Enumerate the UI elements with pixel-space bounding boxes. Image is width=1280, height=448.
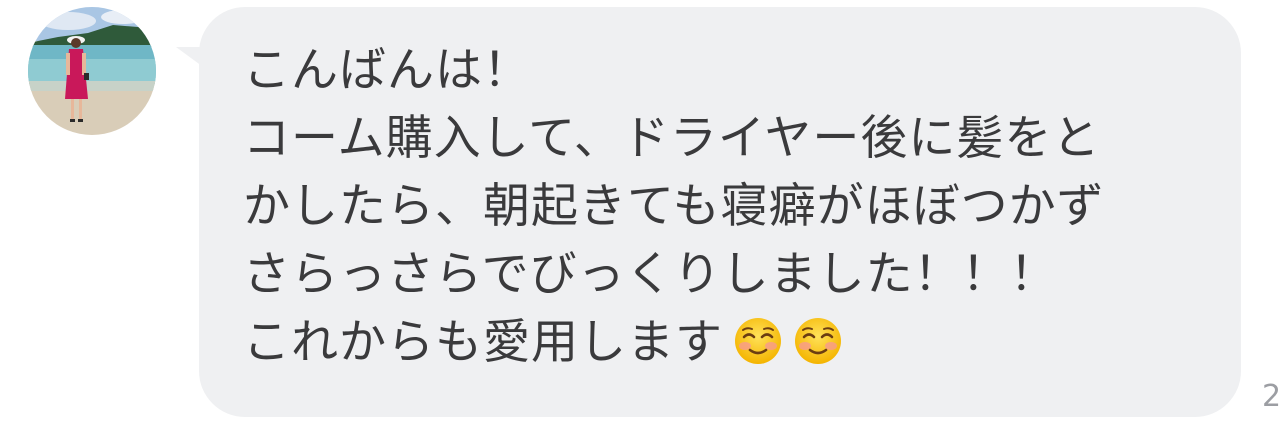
message-line: こんばんは！ bbox=[243, 43, 531, 98]
message-bubble[interactable]: こんばんは！ コーム購入して、ドライヤー後に髪をと かしたら、朝起きても寝癖がほ… bbox=[199, 7, 1241, 417]
message-line: かしたら、朝起きても寝癖がほぼつかず bbox=[243, 179, 1105, 234]
smiling-face-emoji-icon bbox=[795, 318, 841, 364]
message-text: こんばんは！ コーム購入して、ドライヤー後に髪をと かしたら、朝起きても寝癖がほ… bbox=[243, 37, 1105, 377]
message-timestamp: 2 bbox=[1262, 379, 1280, 414]
smiling-face-emoji-icon bbox=[735, 318, 781, 364]
message-line-last: これからも愛用します bbox=[243, 309, 1105, 377]
message-line: さらっさらでびっくりしました！！！ bbox=[243, 247, 1058, 302]
chat-message-row: こんばんは！ コーム購入して、ドライヤー後に髪をと かしたら、朝起きても寝癖がほ… bbox=[0, 0, 1280, 448]
avatar[interactable] bbox=[28, 7, 156, 135]
message-line: コーム購入して、ドライヤー後に髪をと bbox=[243, 111, 1101, 166]
message-line-text: これからも愛用します bbox=[243, 315, 723, 370]
avatar-photo-icon bbox=[28, 7, 156, 135]
